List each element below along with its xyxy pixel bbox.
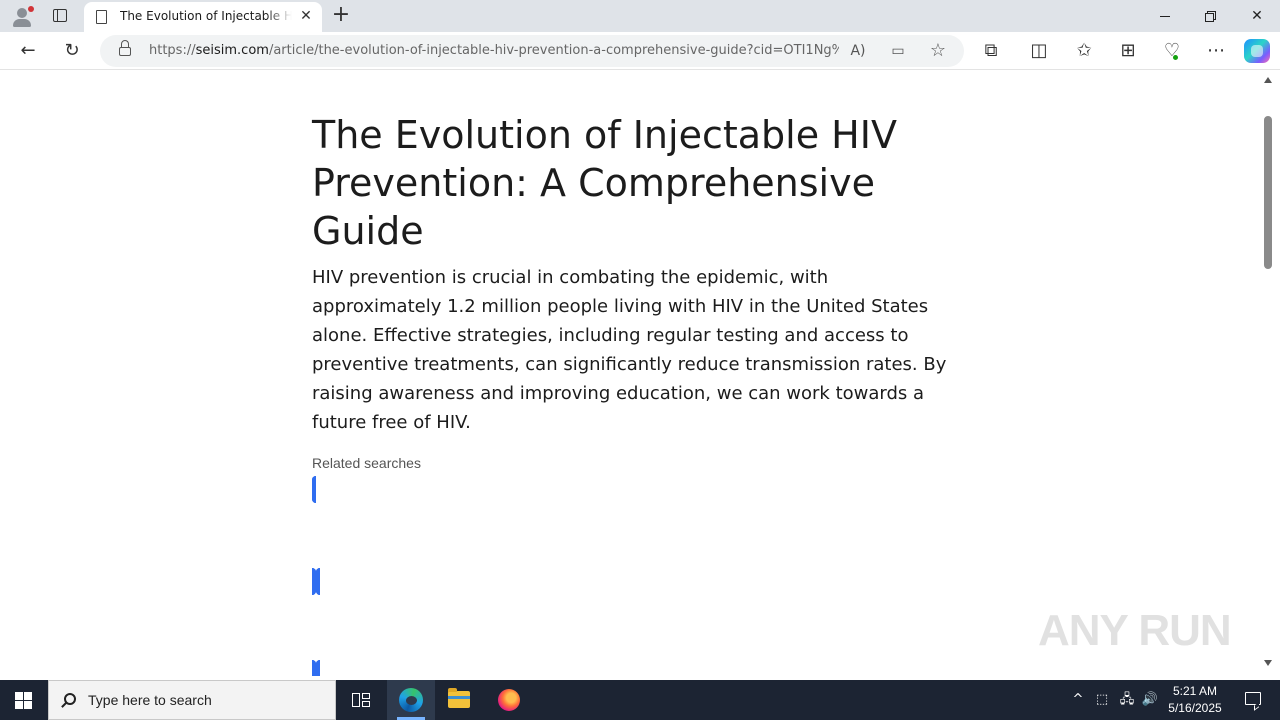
clock-time: 5:21 AM — [1172, 684, 1218, 698]
browser-tab-active[interactable]: The Evolution of Injectable HIV Preventi… — [84, 2, 322, 32]
network-icon[interactable]: 🖧 — [1116, 680, 1138, 720]
clock-date: 5/16/2025 — [1168, 701, 1222, 715]
taskbar-clock[interactable]: 5:21 AM 5/16/2025 — [1160, 683, 1230, 717]
back-button[interactable]: ← — [13, 36, 43, 66]
firefox-icon[interactable] — [485, 680, 533, 720]
volume-icon[interactable]: 🔊 — [1140, 680, 1160, 720]
url-text[interactable]: https://seisim.com/article/the-evolution… — [149, 43, 839, 58]
refresh-button[interactable]: ↻ — [57, 36, 87, 66]
related-search-link[interactable]: ➤ Hiv Long Acting Injectable Treatments … — [288, 568, 962, 676]
lock-icon[interactable] — [119, 40, 131, 56]
immersive-reader-icon[interactable]: ▭ — [887, 41, 909, 61]
address-bar[interactable]: https://seisim.com/article/the-evolution… — [100, 35, 964, 67]
collections-icon[interactable]: ⊞ — [1113, 36, 1143, 66]
article-title: The Evolution of Injectable HIV Preventi… — [312, 113, 897, 253]
task-view-icon[interactable] — [336, 680, 384, 720]
related-searches-list: ➤ Managing Hiv with Long Acting Injectab… — [284, 476, 962, 676]
search-icon — [64, 693, 76, 705]
edge-taskbar-icon[interactable] — [387, 680, 435, 720]
tab-title: The Evolution of Injectable HIV Preventi… — [120, 9, 292, 23]
arrow-right-icon: ➤ — [287, 615, 306, 640]
scroll-down-icon[interactable] — [1264, 660, 1272, 666]
favorites-icon[interactable]: ✩ — [1069, 36, 1099, 66]
window-restore-button[interactable] — [1188, 0, 1234, 32]
search-placeholder: Type here to search — [88, 692, 212, 708]
window-minimize-button[interactable] — [1142, 0, 1188, 32]
settings-menu-icon[interactable]: ⋯ — [1201, 36, 1231, 66]
notification-center-icon[interactable] — [1232, 680, 1272, 720]
favorite-star-icon[interactable]: ☆ — [927, 41, 949, 61]
extensions-icon[interactable]: ⧉ — [976, 36, 1006, 66]
taskbar-search-box[interactable]: Type here to search — [48, 680, 336, 720]
scroll-up-icon[interactable] — [1264, 77, 1272, 83]
arrow-right-icon: ➤ — [283, 523, 302, 548]
page-scrollbar[interactable] — [1260, 71, 1276, 676]
anyrun-watermark: ANY RUN — [1038, 606, 1232, 655]
file-explorer-icon[interactable] — [435, 680, 483, 720]
copilot-icon[interactable] — [1244, 39, 1270, 63]
related-searches-label: Related searches — [312, 455, 421, 471]
window-close-button[interactable]: ✕ — [1234, 0, 1280, 32]
arrow-right-icon: ➤ — [340, 523, 359, 548]
windows-taskbar: Type here to search ^ ⬚ 🖧 🔊 5:21 AM 5/16… — [0, 680, 1280, 720]
article: The Evolution of Injectable HIV Preventi… — [284, 111, 962, 676]
read-aloud-icon[interactable]: A) — [847, 41, 869, 61]
browser-toolbar: ← ↻ https://seisim.com/article/the-evolu… — [0, 32, 1280, 70]
tray-chevron-icon[interactable]: ^ — [1068, 680, 1088, 720]
related-search-label: Managing Hiv with Long Acting Injectable… — [373, 522, 881, 549]
profile-avatar-icon[interactable] — [8, 4, 36, 28]
related-search-label: Hiv Long Acting Injectable Treatments — [373, 614, 827, 641]
tab-actions-icon[interactable] — [46, 4, 74, 28]
new-tab-button[interactable]: + — [328, 4, 354, 28]
page-viewport: The Evolution of Injectable HIV Preventi… — [4, 71, 1260, 676]
meet-now-icon[interactable]: ⬚ — [1092, 680, 1112, 720]
arrow-right-icon: ➤ — [344, 615, 363, 640]
split-screen-icon[interactable]: ◫ — [1024, 36, 1054, 66]
status-dot — [1172, 54, 1179, 61]
browser-essentials-icon[interactable]: ♡ — [1157, 36, 1187, 66]
windows-start-icon[interactable] — [0, 680, 48, 720]
tab-close-icon[interactable]: ✕ — [298, 8, 314, 24]
page-icon — [96, 10, 107, 24]
browser-tab-strip: The Evolution of Injectable HIV Preventi… — [0, 0, 1280, 32]
article-summary: HIV prevention is crucial in combating t… — [312, 267, 947, 433]
scrollbar-thumb[interactable] — [1264, 116, 1272, 269]
notification-dot — [28, 6, 34, 12]
related-search-link[interactable]: ➤ Managing Hiv with Long Acting Injectab… — [284, 476, 962, 595]
